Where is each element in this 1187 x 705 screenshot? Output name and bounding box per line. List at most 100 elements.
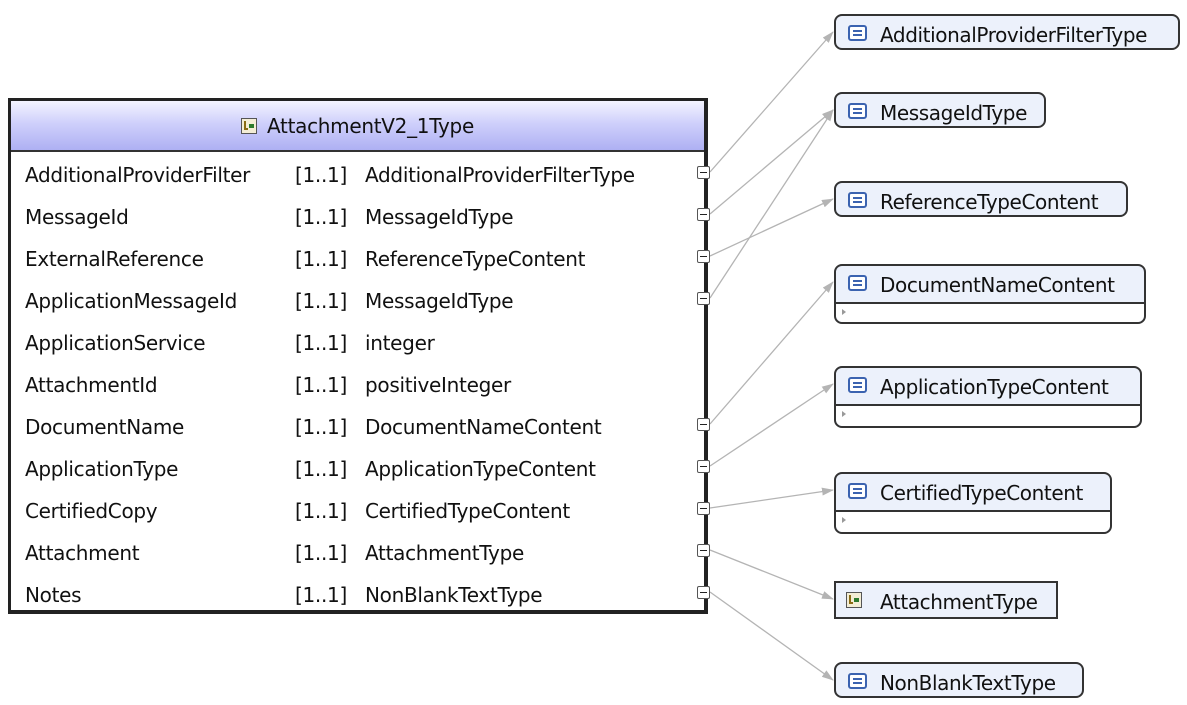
simple-type-icon <box>848 673 867 689</box>
type-connector <box>709 383 834 467</box>
type-node-header: ReferenceTypeContent <box>836 183 1126 219</box>
simple-type-icon <box>848 377 867 393</box>
element-name: Attachment <box>25 541 140 565</box>
element-row[interactable]: ApplicationMessageId [1..1] MessageIdType <box>11 280 704 322</box>
element-name: ApplicationMessageId <box>25 289 237 313</box>
element-cardinality: [1..1] <box>295 289 347 313</box>
expand-content-row[interactable] <box>836 302 1144 322</box>
type-connector <box>709 549 834 600</box>
simple-type-node[interactable]: DocumentNameContent <box>834 264 1146 324</box>
simple-type-node[interactable]: ReferenceTypeContent <box>834 181 1128 217</box>
element-cardinality: [1..1] <box>295 499 347 523</box>
type-node-label: AttachmentType <box>880 590 1038 614</box>
element-name: ApplicationService <box>25 331 206 355</box>
type-node-label: NonBlankTextType <box>880 671 1056 695</box>
element-name: ExternalReference <box>25 247 204 271</box>
type-connector <box>709 31 834 173</box>
element-cardinality: [1..1] <box>295 541 347 565</box>
collapse-toggle-icon[interactable] <box>697 208 710 221</box>
element-row[interactable]: ApplicationType [1..1] ApplicationTypeCont… <box>11 448 704 490</box>
type-node-label: CertifiedTypeContent <box>880 481 1083 505</box>
type-connector <box>709 109 834 215</box>
simple-type-node[interactable]: MessageIdType <box>834 92 1046 128</box>
type-connector <box>709 487 834 509</box>
simple-type-icon <box>848 192 867 208</box>
element-name: CertifiedCopy <box>25 499 158 523</box>
collapse-toggle-icon[interactable] <box>697 166 710 179</box>
simple-type-node[interactable]: ApplicationTypeContent <box>834 366 1142 428</box>
complex-type-header[interactable]: AttachmentV2_1Type <box>11 101 704 152</box>
simple-type-icon <box>848 483 867 499</box>
simple-type-icon <box>848 103 867 119</box>
element-cardinality: [1..1] <box>295 373 347 397</box>
collapse-toggle-icon[interactable] <box>697 460 710 473</box>
complex-type-node[interactable]: AttachmentType <box>834 581 1058 619</box>
type-node-header: AdditionalProviderFilterType <box>836 16 1178 52</box>
type-node-header: NonBlankTextType <box>836 664 1082 700</box>
expand-content-row[interactable] <box>836 404 1140 426</box>
element-cardinality: [1..1] <box>295 205 347 229</box>
element-row[interactable]: CertifiedCopy [1..1] CertifiedTypeContent <box>11 490 704 532</box>
element-row[interactable]: ApplicationService [1..1] integer <box>11 322 704 364</box>
element-type: integer <box>365 331 435 355</box>
type-connector <box>709 109 834 299</box>
element-name: Notes <box>25 583 82 607</box>
complex-type-title: AttachmentV2_1Type <box>267 113 474 138</box>
element-type: AdditionalProviderFilterType <box>365 163 635 187</box>
element-name: MessageId <box>25 205 129 229</box>
complex-type-icon <box>241 117 258 134</box>
simple-type-icon <box>848 275 867 291</box>
type-node-label: ReferenceTypeContent <box>880 190 1099 214</box>
element-name: AdditionalProviderFilter <box>25 163 251 187</box>
element-type: NonBlankTextType <box>365 583 543 607</box>
element-type: CertifiedTypeContent <box>365 499 570 523</box>
expand-content-row[interactable] <box>836 510 1110 532</box>
element-type: positiveInteger <box>365 373 511 397</box>
element-type: DocumentNameContent <box>365 415 602 439</box>
type-node-header: DocumentNameContent <box>836 266 1144 302</box>
element-cardinality: [1..1] <box>295 457 347 481</box>
type-node-header: CertifiedTypeContent <box>836 474 1110 510</box>
element-cardinality: [1..1] <box>295 331 347 355</box>
simple-type-icon <box>848 25 867 41</box>
collapse-toggle-icon[interactable] <box>697 544 710 557</box>
element-cardinality: [1..1] <box>295 415 347 439</box>
element-row[interactable]: Notes [1..1] NonBlankTextType <box>11 574 704 616</box>
element-type: MessageIdType <box>365 205 514 229</box>
collapse-toggle-icon[interactable] <box>697 502 710 515</box>
element-cardinality: [1..1] <box>295 247 347 271</box>
type-node-label: DocumentNameContent <box>880 273 1115 297</box>
type-node-label: AdditionalProviderFilterType <box>880 23 1148 47</box>
collapse-toggle-icon[interactable] <box>697 250 710 263</box>
element-type: ApplicationTypeContent <box>365 457 596 481</box>
type-node-header: MessageIdType <box>836 94 1044 130</box>
element-name: ApplicationType <box>25 457 179 481</box>
element-row[interactable]: DocumentName [1..1] DocumentNameContent <box>11 406 704 448</box>
element-row[interactable]: Attachment [1..1] AttachmentType <box>11 532 704 574</box>
type-connector <box>709 281 834 425</box>
element-type: AttachmentType <box>365 541 524 565</box>
type-node-label: ApplicationTypeContent <box>880 375 1109 399</box>
simple-type-node[interactable]: AdditionalProviderFilterType <box>834 14 1180 50</box>
element-row[interactable]: MessageId [1..1] MessageIdType <box>11 196 704 238</box>
complex-type-box[interactable]: AttachmentV2_1Type AdditionalProviderFil… <box>8 98 708 614</box>
element-row[interactable]: AdditionalProviderFilter [1..1] Additional… <box>11 154 704 196</box>
collapse-toggle-icon[interactable] <box>697 292 710 305</box>
element-name: AttachmentId <box>25 373 158 397</box>
collapse-toggle-icon[interactable] <box>697 418 710 431</box>
type-node-header: AttachmentType <box>836 583 1056 619</box>
element-row[interactable]: ExternalReference [1..1] ReferenceTypeCont… <box>11 238 704 280</box>
type-connector <box>709 198 834 257</box>
element-row[interactable]: AttachmentId [1..1] positiveInteger <box>11 364 704 406</box>
element-type: MessageIdType <box>365 289 514 313</box>
collapse-toggle-icon[interactable] <box>697 586 710 599</box>
element-cardinality: [1..1] <box>295 163 347 187</box>
type-node-header: ApplicationTypeContent <box>836 368 1140 404</box>
complex-type-icon <box>846 592 862 608</box>
type-node-label: MessageIdType <box>880 101 1027 125</box>
element-cardinality: [1..1] <box>295 583 347 607</box>
simple-type-node[interactable]: CertifiedTypeContent <box>834 472 1112 534</box>
element-name: DocumentName <box>25 415 185 439</box>
type-connector <box>709 591 834 681</box>
simple-type-node[interactable]: NonBlankTextType <box>834 662 1084 698</box>
